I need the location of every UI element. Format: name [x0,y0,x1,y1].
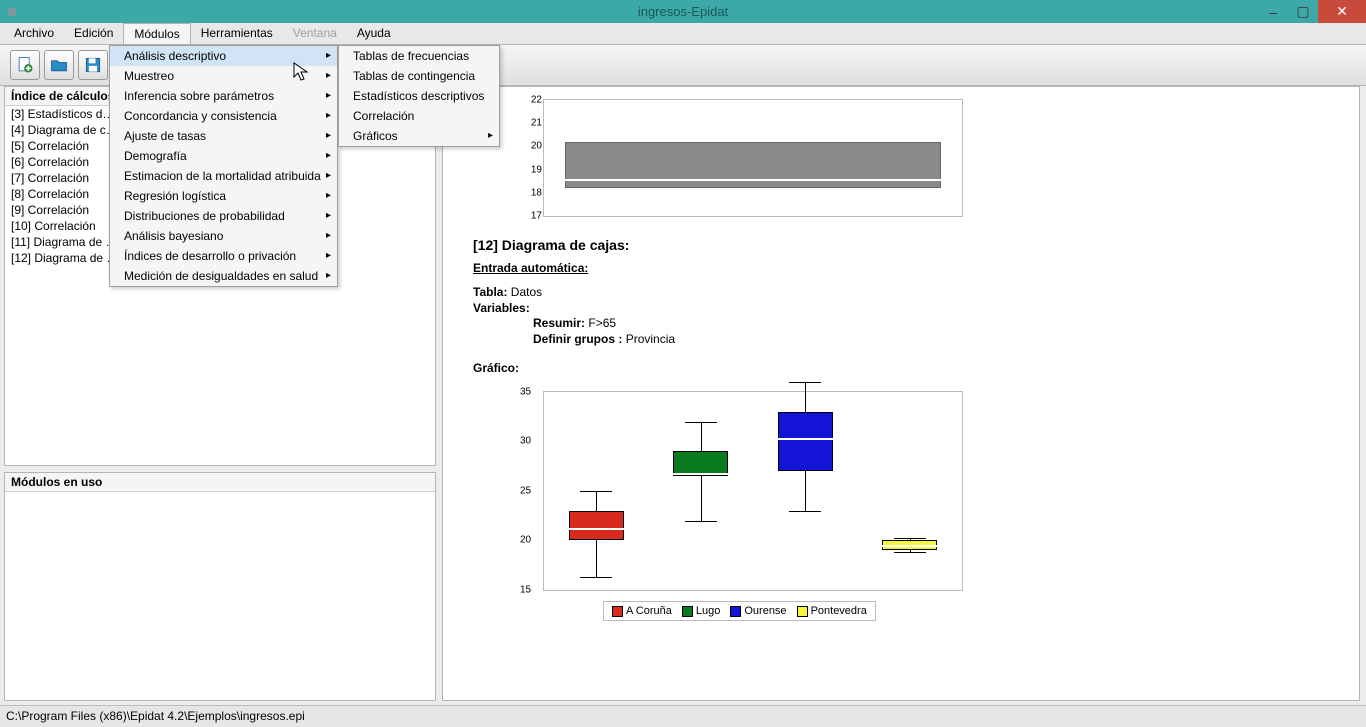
y-tick: 20 [531,141,542,152]
window-title: ingresos-Epidat [638,4,728,19]
resumir-value: F>65 [588,316,616,330]
grafico-label: Gráfico: [473,361,519,375]
tabla-label: Tabla: [473,285,507,299]
boxplot-legend: A Coruña Lugo Ourense Pontevedra [603,601,876,621]
menu-item[interactable]: Concordancia y consistencia▸ [110,106,337,126]
submenu-arrow-icon: ▸ [326,170,331,181]
modules-panel: Módulos en uso [4,472,436,701]
menu-ventana[interactable]: Ventana [283,23,347,44]
submenu-arrow-icon: ▸ [326,210,331,221]
menu-edición[interactable]: Edición [64,23,123,44]
menu-item[interactable]: Análisis descriptivo▸ [110,46,337,66]
section-title: [12] Diagrama de cajas: [473,237,1329,253]
menu-módulos[interactable]: Módulos [123,23,190,44]
menu-item[interactable]: Índices de desarrollo o privación▸ [110,246,337,266]
y-tick: 35 [520,386,531,397]
menu-item[interactable]: Distribuciones de probabilidad▸ [110,206,337,226]
boxplot-group [557,392,636,590]
modules-panel-title: Módulos en uso [5,473,435,492]
submenu-arrow-icon: ▸ [326,110,331,121]
menu-ayuda[interactable]: Ayuda [347,23,401,44]
minimize-button[interactable]: – [1258,0,1288,23]
menu-archivo[interactable]: Archivo [4,23,64,44]
legend-item: Pontevedra [797,605,867,617]
tabla-value: Datos [511,285,542,299]
save-button[interactable] [78,50,108,80]
submenu-arrow-icon: ▸ [326,130,331,141]
menu-item[interactable]: Medición de desigualdades en salud▸ [110,266,337,286]
close-button[interactable]: ✕ [1318,0,1366,23]
boxplot-group [661,392,740,590]
menu-item[interactable]: Estimacion de la mortalidad atribuida▸ [110,166,337,186]
menu-herramientas[interactable]: Herramientas [191,23,283,44]
boxplot-group [766,392,845,590]
submenu-arrow-icon: ▸ [326,150,331,161]
modulos-dropdown: Análisis descriptivo▸Muestreo▸Inferencia… [109,45,338,287]
submenu-arrow-icon: ▸ [326,90,331,101]
menu-item[interactable]: Inferencia sobre parámetros▸ [110,86,337,106]
y-tick: 18 [531,187,542,198]
output-panel: dos 171819202122 [12] Diagrama de cajas:… [442,86,1360,701]
submenu-arrow-icon: ▸ [326,230,331,241]
menu-item[interactable]: Tablas de contingencia [339,66,499,86]
statusbar-path: C:\Program Files (x86)\Epidat 4.2\Ejempl… [6,709,305,723]
resumir-label: Resumir: [533,316,585,330]
y-tick: 20 [520,535,531,546]
menu-item[interactable]: Estadísticos descriptivos [339,86,499,106]
variables-label: Variables: [473,301,530,315]
boxplot-group [870,392,949,590]
boxplot-chart: 1520253035 [543,391,963,591]
y-tick: 19 [531,164,542,175]
submenu-arrow-icon: ▸ [326,270,331,281]
menu-item[interactable]: Gráficos▸ [339,126,499,146]
submenu-arrow-icon: ▸ [326,190,331,201]
menu-item[interactable]: Análisis bayesiano▸ [110,226,337,246]
menu-item[interactable]: Ajuste de tasas▸ [110,126,337,146]
analisis-descriptivo-submenu: Tablas de frecuenciasTablas de contingen… [338,45,500,147]
submenu-arrow-icon: ▸ [488,130,493,141]
legend-item: A Coruña [612,605,672,617]
menu-item[interactable]: Correlación [339,106,499,126]
y-tick: 15 [520,584,531,595]
menu-item[interactable]: Regresión logística▸ [110,186,337,206]
y-tick: 30 [520,436,531,447]
entrada-heading: Entrada automática: [473,261,588,275]
y-tick: 21 [531,118,542,129]
window-titlebar: ingresos-Epidat – ▢ ✕ [0,0,1366,23]
legend-item: Lugo [682,605,720,617]
menu-item[interactable]: Muestreo▸ [110,66,337,86]
statusbar: C:\Program Files (x86)\Epidat 4.2\Ejempl… [0,705,1366,727]
grupos-label: Definir grupos : [533,332,622,346]
top-box-strip-chart: 171819202122 [543,99,963,217]
submenu-arrow-icon: ▸ [326,50,331,61]
y-tick: 17 [531,211,542,222]
maximize-button[interactable]: ▢ [1288,0,1318,23]
app-icon [8,8,16,16]
submenu-arrow-icon: ▸ [326,70,331,81]
new-doc-button[interactable] [10,50,40,80]
open-button[interactable] [44,50,74,80]
y-tick: 22 [531,95,542,106]
menu-item[interactable]: Demografía▸ [110,146,337,166]
legend-item: Ourense [730,605,786,617]
submenu-arrow-icon: ▸ [326,250,331,261]
menubar: ArchivoEdiciónMódulosHerramientasVentana… [0,23,1366,45]
grupos-value: Provincia [626,332,675,346]
menu-item[interactable]: Tablas de frecuencias [339,46,499,66]
y-tick: 25 [520,485,531,496]
